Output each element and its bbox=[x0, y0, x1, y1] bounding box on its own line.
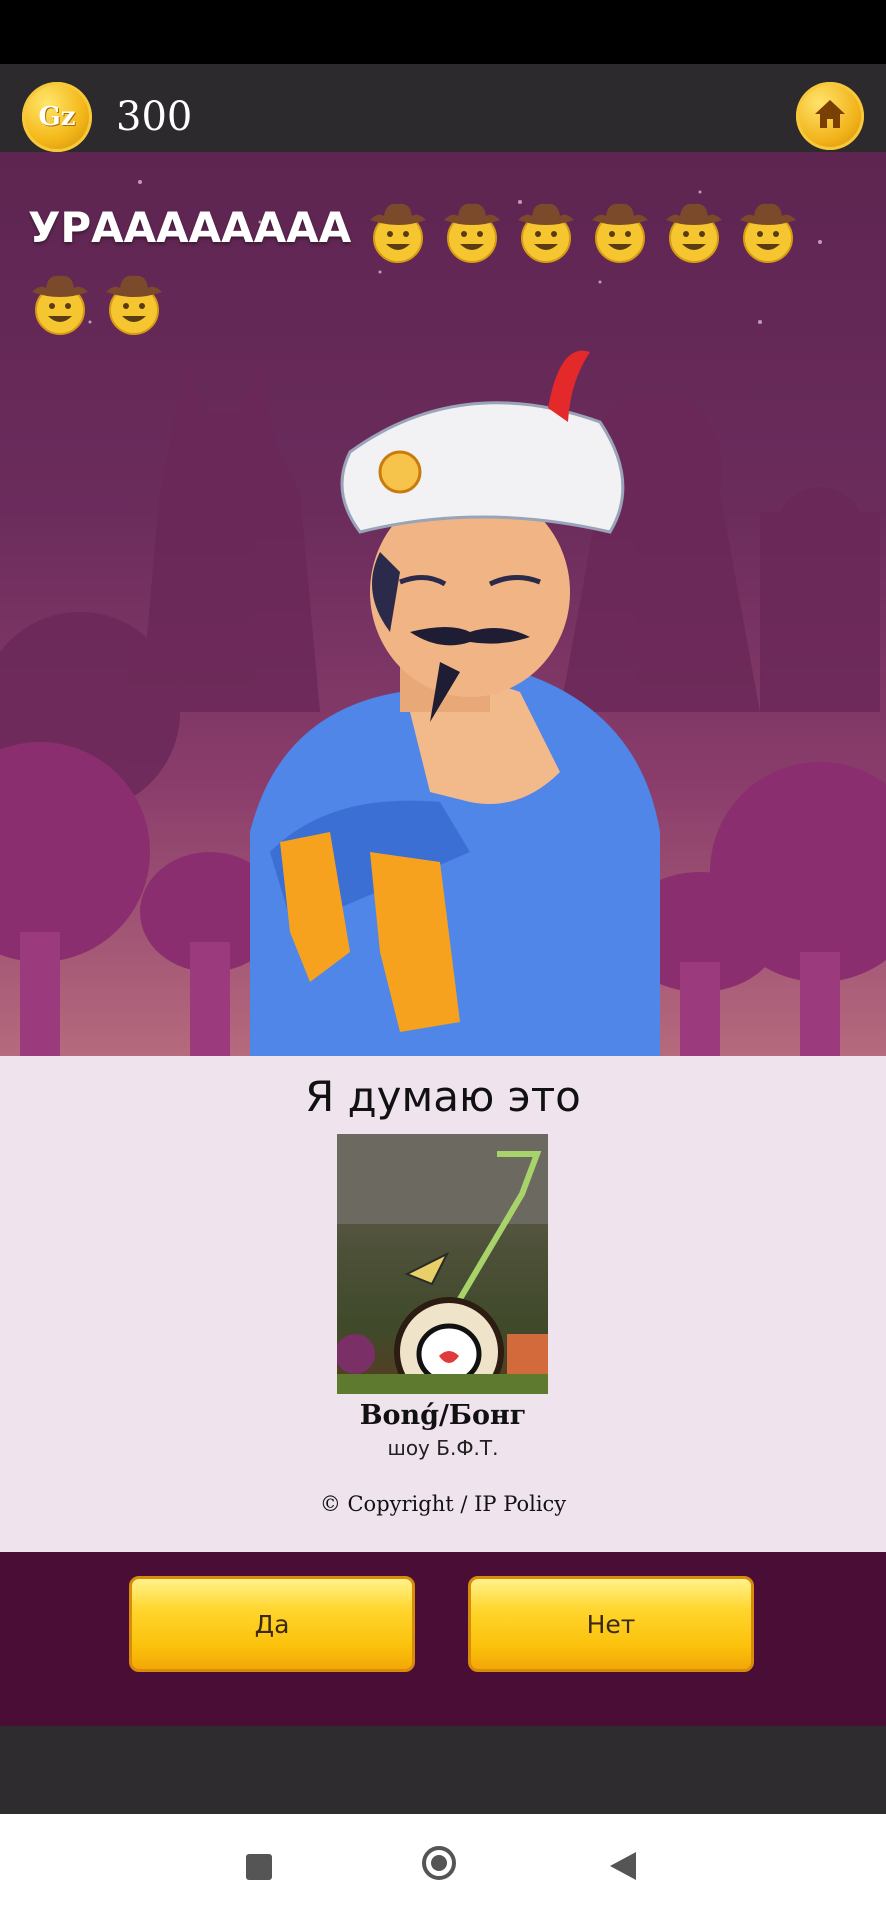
cowboy-face-emoji bbox=[28, 270, 92, 336]
yes-button[interactable]: Да bbox=[129, 1576, 415, 1672]
answer-bar: Да Нет bbox=[0, 1552, 886, 1726]
guess-image bbox=[337, 1134, 548, 1394]
cowboy-face-emoji bbox=[514, 198, 578, 264]
genie-scene: УРАААААААА bbox=[0, 152, 886, 1056]
bottom-spacer bbox=[0, 1726, 886, 1814]
guess-picture bbox=[337, 1134, 548, 1394]
guess-subtitle: шоу Б.Ф.Т. bbox=[387, 1436, 499, 1460]
hurray-text: УРАААААААА bbox=[28, 203, 352, 252]
coin-icon[interactable]: Gz bbox=[22, 82, 92, 152]
recents-icon[interactable] bbox=[246, 1854, 272, 1880]
home-button[interactable] bbox=[796, 82, 864, 150]
status-bar bbox=[0, 0, 886, 64]
copyright-link[interactable]: © Copyright / IP Policy bbox=[0, 1492, 886, 1516]
system-nav-bar bbox=[0, 1814, 886, 1920]
home-icon bbox=[815, 100, 845, 128]
coin-logo: Gz bbox=[38, 102, 76, 132]
coin-count: 300 bbox=[116, 94, 193, 140]
top-bar: Gz 300 bbox=[0, 64, 886, 152]
cowboy-face-emoji bbox=[588, 198, 652, 264]
back-icon[interactable] bbox=[608, 1850, 638, 1882]
cowboy-face-emoji bbox=[102, 270, 166, 336]
cowboy-face-emoji bbox=[662, 198, 726, 264]
cowboy-face-emoji bbox=[440, 198, 504, 264]
cowboy-face-emoji bbox=[366, 198, 430, 264]
hurray-message: УРАААААААА bbox=[28, 192, 868, 336]
guess-title: Я думаю это bbox=[305, 1072, 581, 1121]
cowboy-face-emoji bbox=[736, 198, 800, 264]
guess-name: Bonǵ/Бонг bbox=[359, 1400, 527, 1431]
guess-panel: Я думаю это Bonǵ/Бонг шоу Б.Ф.Т. © Copyr… bbox=[0, 1056, 886, 1552]
home-circle-icon[interactable] bbox=[422, 1846, 456, 1880]
no-button[interactable]: Нет bbox=[468, 1576, 754, 1672]
